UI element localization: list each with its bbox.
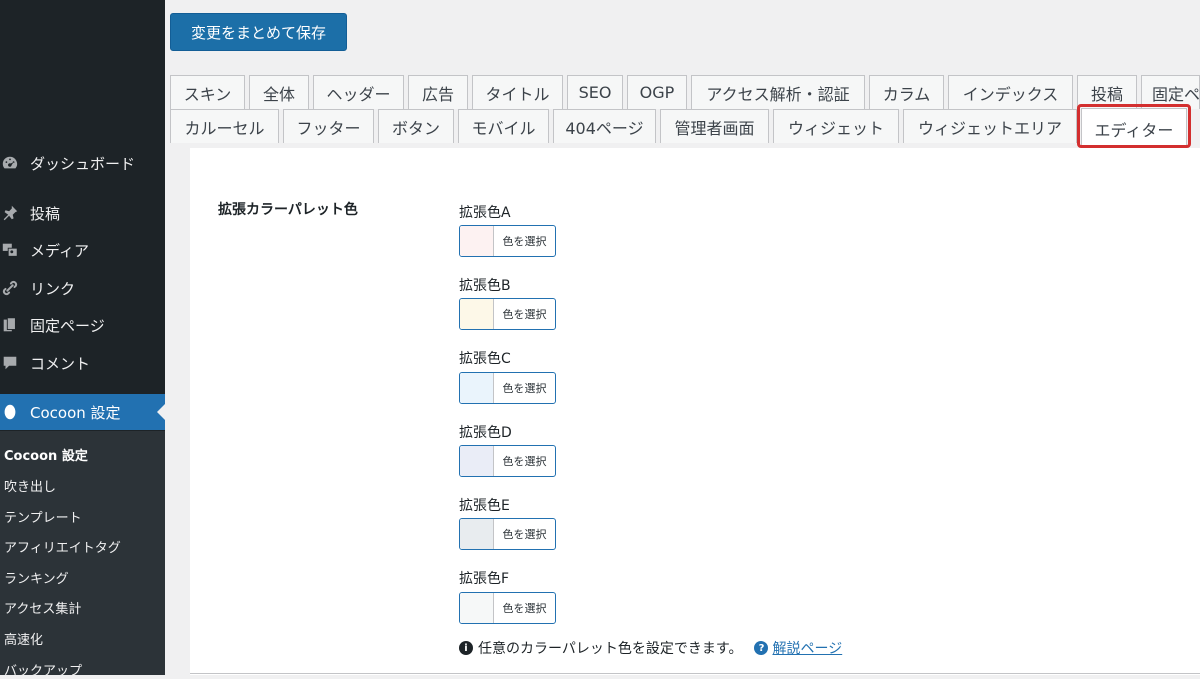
color-swatch: [460, 226, 494, 256]
color-picker-label: 色を選択: [502, 602, 547, 615]
tab-general[interactable]: 全体: [249, 75, 309, 109]
tab-admin-screen[interactable]: 管理者画面: [660, 109, 769, 143]
help-icon: ?: [754, 641, 769, 655]
color-label-e: 拡張色E: [459, 498, 510, 514]
settings-panel: [190, 148, 1200, 675]
cocoon-icon: [0, 402, 20, 422]
sidebar-item-media[interactable]: メディア: [0, 232, 165, 268]
tab-widget[interactable]: ウィジェット: [773, 109, 899, 143]
color-label-b: 拡張色B: [459, 278, 511, 294]
sidebar-item-label: Cocoon 設定: [30, 403, 121, 422]
cocoon-submenu: Cocoon 設定 吹き出し テンプレート アフィリエイトタグ ランキング アク…: [0, 431, 165, 679]
color-swatch: [460, 373, 494, 403]
submenu-item-template[interactable]: テンプレート: [4, 507, 82, 526]
color-picker-button-a[interactable]: 色を選択: [459, 225, 556, 257]
tab-carousel[interactable]: カルーセル: [170, 109, 279, 143]
sidebar-item-label: メディア: [30, 241, 89, 260]
color-swatch: [460, 593, 494, 623]
color-picker-button-e[interactable]: 色を選択: [459, 518, 556, 550]
pages-icon: [0, 315, 20, 335]
color-swatch: [460, 299, 494, 329]
setting-title: 拡張カラーパレット色: [218, 202, 358, 218]
tab-widget-area[interactable]: ウィジェットエリア: [903, 109, 1077, 143]
save-all-button[interactable]: 変更をまとめて保存: [170, 13, 347, 51]
pin-icon: [0, 203, 20, 223]
color-picker-label: 色を選択: [502, 308, 547, 321]
tab-button[interactable]: ボタン: [378, 109, 454, 143]
sidebar-item-label: 投稿: [30, 204, 61, 223]
color-label-c: 拡張色C: [459, 351, 511, 367]
tab-analytics[interactable]: アクセス解析・認証: [691, 75, 865, 109]
admin-sidebar: ダッシュボード 投稿 メディア リンク 固定ページ コメント Cocoon 設定…: [0, 0, 165, 679]
color-swatch: [460, 446, 494, 476]
panel-bottom-border: [190, 673, 1200, 674]
color-picker-button-b[interactable]: 色を選択: [459, 298, 556, 330]
media-icon: [0, 240, 20, 260]
tab-404[interactable]: 404ページ: [553, 109, 656, 143]
tab-mobile[interactable]: モバイル: [458, 109, 549, 143]
tab-skin[interactable]: スキン: [170, 75, 245, 109]
setting-description: i 任意のカラーパレット色を設定できます。 ? 解説ページ: [459, 638, 842, 658]
color-picker-button-d[interactable]: 色を選択: [459, 445, 556, 477]
sidebar-item-comments[interactable]: コメント: [0, 345, 165, 381]
sidebar-item-cocoon[interactable]: Cocoon 設定: [0, 394, 165, 430]
comment-icon: [0, 353, 20, 373]
submenu-item-speedup[interactable]: 高速化: [4, 629, 43, 648]
sidebar-item-links[interactable]: リンク: [0, 270, 165, 306]
color-label-f: 拡張色F: [459, 571, 510, 587]
sidebar-item-label: ダッシュボード: [30, 154, 136, 173]
dashboard-icon: [0, 153, 20, 173]
tab-index[interactable]: インデックス: [948, 75, 1073, 109]
color-label-a: 拡張色A: [459, 205, 511, 221]
tab-title[interactable]: タイトル: [472, 75, 563, 109]
color-picker-button-c[interactable]: 色を選択: [459, 372, 556, 404]
help-page-link[interactable]: 解説ページ: [772, 638, 842, 658]
tab-ogp[interactable]: OGP: [627, 75, 687, 109]
submenu-item-access-stats[interactable]: アクセス集計: [4, 598, 81, 617]
color-picker-button-f[interactable]: 色を選択: [459, 592, 556, 624]
sidebar-item-posts[interactable]: 投稿: [0, 195, 165, 231]
color-picker-label: 色を選択: [502, 455, 547, 468]
submenu-item-cocoon-settings[interactable]: Cocoon 設定: [4, 445, 88, 464]
sidebar-item-label: 固定ページ: [30, 316, 105, 335]
sidebar-item-pages[interactable]: 固定ページ: [0, 307, 165, 343]
active-tab-highlight: [1077, 104, 1191, 148]
description-text: 任意のカラーパレット色を設定できます。: [478, 641, 743, 657]
sidebar-item-label: コメント: [30, 354, 91, 373]
tab-ads[interactable]: 広告: [408, 75, 468, 109]
tab-footer[interactable]: フッター: [283, 109, 374, 143]
tab-seo[interactable]: SEO: [567, 75, 623, 109]
submenu-item-backup[interactable]: バックアップ: [4, 660, 82, 679]
color-swatch: [460, 519, 494, 549]
color-picker-label: 色を選択: [502, 235, 547, 248]
color-picker-label: 色を選択: [502, 382, 547, 395]
color-picker-label: 色を選択: [502, 528, 547, 541]
submenu-item-affiliate-tag[interactable]: アフィリエイトタグ: [4, 537, 121, 556]
sidebar-item-dashboard[interactable]: ダッシュボード: [0, 145, 165, 181]
link-icon: [0, 278, 20, 298]
sidebar-item-label: リンク: [30, 279, 76, 298]
color-label-d: 拡張色D: [459, 425, 512, 441]
info-icon: i: [459, 641, 473, 655]
submenu-item-balloon[interactable]: 吹き出し: [4, 476, 56, 495]
tab-header[interactable]: ヘッダー: [313, 75, 404, 109]
tab-column[interactable]: カラム: [869, 75, 944, 109]
submenu-item-ranking[interactable]: ランキング: [4, 568, 69, 587]
